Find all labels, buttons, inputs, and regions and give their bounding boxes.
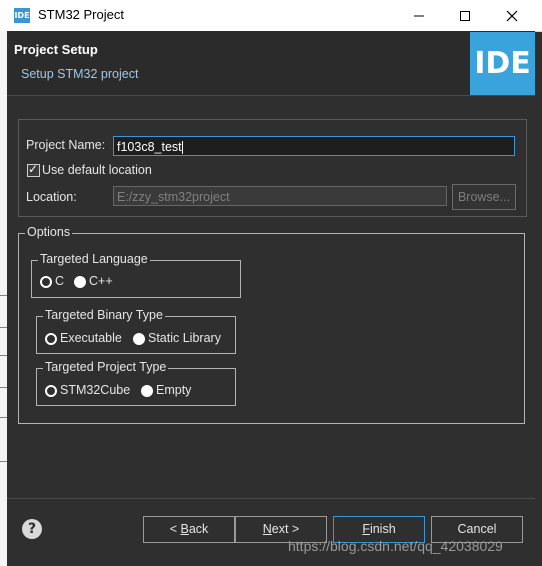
title-bar: IDE STM32 Project <box>0 0 542 32</box>
browse-button[interactable]: Browse... <box>452 184 516 210</box>
footer-divider <box>7 498 535 499</box>
language-cpp-label[interactable]: C++ <box>89 274 113 288</box>
next-label-rest: ext > <box>271 522 300 536</box>
use-default-location-label[interactable]: Use default location <box>42 163 152 177</box>
minimize-button[interactable] <box>396 0 442 31</box>
use-default-location-checkbox[interactable] <box>27 162 40 177</box>
language-c-label[interactable]: C <box>55 274 64 288</box>
close-icon <box>506 10 518 22</box>
ide-logo-badge: IDE <box>470 32 535 95</box>
back-mnemonic: B <box>180 522 189 536</box>
binary-executable-radio[interactable] <box>45 333 57 345</box>
help-icon[interactable]: ? <box>22 519 42 539</box>
edge-mark <box>0 355 7 356</box>
binary-executable-label[interactable]: Executable <box>60 331 122 345</box>
watermark-text: https://blog.csdn.net/qq_42038029 <box>288 538 503 554</box>
project-name-value: f103c8_test <box>117 140 182 154</box>
language-c-radio[interactable] <box>40 276 52 288</box>
back-label-prefix: < <box>169 522 181 536</box>
targeted-language-title: Targeted Language <box>38 252 150 266</box>
binary-static-library-radio[interactable] <box>133 333 145 345</box>
minimize-icon <box>414 15 424 17</box>
edge-mark <box>0 387 7 388</box>
dialog-window: IDE STM32 Project Project Setup Setup ST… <box>0 0 542 566</box>
targeted-binary-type-title: Targeted Binary Type <box>43 308 165 322</box>
page-title: Project Setup <box>14 42 98 57</box>
wizard-content: Project Name: f103c8_test Use default lo… <box>7 96 535 498</box>
finish-label-rest: inish <box>369 522 396 536</box>
location-input[interactable]: E:/zzy_stm32project <box>113 186 447 206</box>
project-panel: Project Name: f103c8_test Use default lo… <box>18 119 527 217</box>
location-label: Location: <box>26 190 77 204</box>
wizard-header: Project Setup Setup STM32 project IDE <box>7 31 535 95</box>
app-logo-icon: IDE <box>14 8 30 23</box>
back-button[interactable]: < Back <box>143 516 235 543</box>
maximize-button[interactable] <box>442 0 488 31</box>
maximize-icon <box>460 11 470 22</box>
next-mnemonic: N <box>262 522 272 536</box>
close-button[interactable] <box>489 0 535 31</box>
edge-mark <box>0 417 7 418</box>
options-group-title: Options <box>25 225 73 239</box>
targeted-project-type-title: Targeted Project Type <box>43 360 169 374</box>
edge-mark <box>0 295 7 296</box>
background-window-edge <box>0 31 7 566</box>
project-type-stm32cube-radio[interactable] <box>45 385 57 397</box>
window-title: STM32 Project <box>38 7 124 22</box>
edge-mark <box>0 461 7 462</box>
project-type-empty-radio[interactable] <box>141 385 153 397</box>
project-name-input[interactable]: f103c8_test <box>113 136 515 156</box>
finish-mnemonic: F <box>362 522 370 536</box>
binary-static-library-label[interactable]: Static Library <box>148 331 221 345</box>
text-cursor <box>181 141 183 155</box>
project-type-empty-label[interactable]: Empty <box>156 383 191 397</box>
edge-mark <box>0 327 7 328</box>
language-cpp-radio[interactable] <box>74 276 86 288</box>
project-type-stm32cube-label[interactable]: STM32Cube <box>60 383 130 397</box>
page-subtitle: Setup STM32 project <box>21 67 139 81</box>
back-label-rest: ack <box>188 522 209 536</box>
project-name-label: Project Name: <box>26 138 106 152</box>
